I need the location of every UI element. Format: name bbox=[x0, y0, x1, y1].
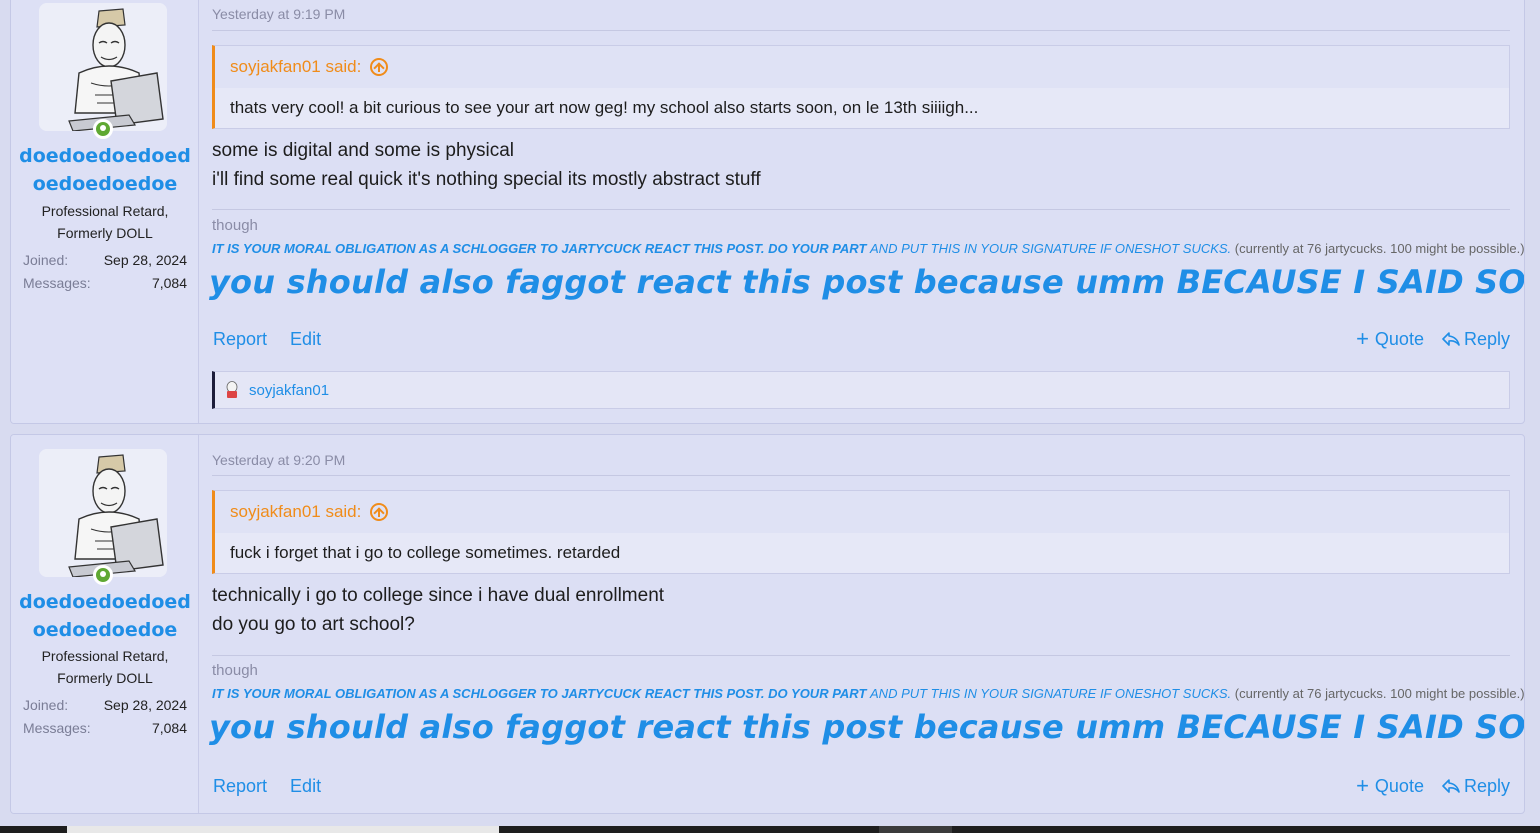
signature-big-text: you should also faggot react this post b… bbox=[209, 708, 1525, 746]
quote-author[interactable]: soyjakfan01 said: bbox=[230, 57, 361, 77]
reply-button-label: Reply bbox=[1463, 775, 1510, 796]
user-title-line: Formerly DOLL bbox=[57, 670, 153, 686]
signature-big-text: you should also faggot react this post b… bbox=[209, 263, 1525, 301]
post-message: some is digital and some is physical i'l… bbox=[212, 136, 1510, 194]
post-timestamp[interactable]: Yesterday at 9:20 PM bbox=[212, 452, 345, 468]
post-actions: Report Edit + Quote Reply bbox=[213, 326, 1510, 352]
signature-italic-text: AND PUT THIS IN YOUR SIGNATURE IF ONESHO… bbox=[870, 241, 1232, 256]
quote-jump-up-icon[interactable] bbox=[370, 58, 389, 76]
post-timestamp[interactable]: Yesterday at 9:19 PM bbox=[212, 6, 345, 22]
message-line: some is digital and some is physical bbox=[212, 140, 515, 161]
taskbar-item[interactable] bbox=[879, 826, 952, 833]
online-indicator-icon bbox=[93, 565, 113, 585]
username-line[interactable]: oedoedoedoe bbox=[11, 616, 199, 644]
reaction-user-link[interactable]: soyjakfan01 bbox=[249, 382, 329, 399]
reactions-bar[interactable]: soyjakfan01 bbox=[212, 371, 1510, 409]
quote-text: fuck i forget that i go to college somet… bbox=[215, 533, 1509, 573]
post-message: technically i go to college since i have… bbox=[212, 581, 1510, 639]
forum-thread-page: doedoedoedoed oedoedoedoe Professional R… bbox=[0, 0, 1540, 833]
message-line: technically i go to college since i have… bbox=[212, 585, 665, 606]
user-title-line: Professional Retard, bbox=[41, 203, 169, 219]
quote-jump-up-icon[interactable] bbox=[370, 503, 389, 521]
reply-button-label: Reply bbox=[1463, 328, 1510, 349]
post-main: Yesterday at 9:20 PM soyjakfan01 said: f… bbox=[199, 435, 1524, 813]
joined-label: Joined: bbox=[23, 252, 69, 268]
user-title-line: Formerly DOLL bbox=[57, 225, 153, 241]
quote-button-label: Quote bbox=[1374, 775, 1424, 796]
signature-italic-text: AND PUT THIS IN YOUR SIGNATURE IF ONESHO… bbox=[870, 686, 1232, 701]
signature-bold-text: IT IS YOUR MORAL OBLIGATION AS A SCHLOGG… bbox=[212, 241, 867, 256]
forum-post: doedoedoedoed oedoedoedoe Professional R… bbox=[10, 0, 1525, 424]
signature-grey-text: (currently at 76 jartycucks. 100 might b… bbox=[1234, 241, 1525, 256]
post-main: Yesterday at 9:19 PM soyjakfan01 said: t… bbox=[199, 0, 1524, 423]
messages-stat: Messages: 7,084 bbox=[23, 717, 187, 739]
messages-label: Messages: bbox=[23, 275, 91, 291]
post-user-info: doedoedoedoed oedoedoedoe Professional R… bbox=[11, 435, 199, 813]
joined-stat: Joined: Sep 28, 2024 bbox=[23, 249, 187, 271]
quote-block: soyjakfan01 said: fuck i forget that i g… bbox=[212, 490, 1510, 574]
reply-button[interactable]: Reply bbox=[1442, 775, 1510, 797]
online-indicator-icon bbox=[93, 119, 113, 139]
report-link[interactable]: Report bbox=[213, 329, 267, 349]
avatar[interactable] bbox=[39, 3, 167, 131]
divider bbox=[212, 475, 1510, 476]
quote-button[interactable]: + Quote bbox=[1356, 775, 1424, 797]
messages-value[interactable]: 7,084 bbox=[152, 717, 187, 739]
joined-value: Sep 28, 2024 bbox=[103, 252, 187, 268]
messages-stat: Messages: 7,084 bbox=[23, 272, 187, 294]
signature-divider bbox=[212, 655, 1510, 656]
reply-button[interactable]: Reply bbox=[1442, 328, 1510, 350]
quote-header[interactable]: soyjakfan01 said: bbox=[215, 46, 1509, 88]
taskbar-item[interactable] bbox=[67, 826, 499, 833]
quote-button-label: Quote bbox=[1374, 328, 1424, 349]
messages-value[interactable]: 7,084 bbox=[152, 272, 187, 294]
forum-post: doedoedoedoed oedoedoedoe Professional R… bbox=[10, 434, 1525, 814]
signature-bold-text: IT IS YOUR MORAL OBLIGATION AS A SCHLOGG… bbox=[212, 686, 867, 701]
message-line: i'll find some real quick it's nothing s… bbox=[212, 169, 761, 190]
post-user-info: doedoedoedoed oedoedoedoe Professional R… bbox=[11, 0, 199, 423]
edit-link[interactable]: Edit bbox=[290, 776, 321, 796]
post-actions: Report Edit + Quote Reply bbox=[213, 773, 1510, 799]
plus-icon: + bbox=[1356, 326, 1369, 351]
signature-divider bbox=[212, 209, 1510, 210]
joined-stat: Joined: Sep 28, 2024 bbox=[23, 694, 187, 716]
username-line[interactable]: doedoedoedoed bbox=[11, 142, 199, 170]
signature-line: IT IS YOUR MORAL OBLIGATION AS A SCHLOGG… bbox=[212, 686, 1525, 701]
divider bbox=[212, 30, 1510, 31]
user-title-line: Professional Retard, bbox=[41, 648, 169, 664]
reply-icon bbox=[1442, 779, 1460, 793]
signature-text: though bbox=[212, 662, 258, 679]
avatar[interactable] bbox=[39, 449, 167, 577]
reply-icon bbox=[1442, 332, 1460, 346]
message-line: do you go to art school? bbox=[212, 614, 415, 635]
taskbar bbox=[0, 826, 1540, 833]
joined-value: Sep 28, 2024 bbox=[103, 697, 187, 713]
user-title: Professional Retard, Formerly DOLL bbox=[11, 200, 199, 244]
messages-label: Messages: bbox=[23, 720, 91, 736]
username-line[interactable]: oedoedoedoe bbox=[11, 170, 199, 198]
username[interactable]: doedoedoedoed oedoedoedoe bbox=[11, 142, 199, 198]
report-link[interactable]: Report bbox=[213, 776, 267, 796]
signature-grey-text: (currently at 76 jartycucks. 100 might b… bbox=[1234, 686, 1525, 701]
edit-link[interactable]: Edit bbox=[290, 329, 321, 349]
username-line[interactable]: doedoedoedoed bbox=[11, 588, 199, 616]
signature-text: though bbox=[212, 217, 258, 234]
signature-line: IT IS YOUR MORAL OBLIGATION AS A SCHLOGG… bbox=[212, 241, 1525, 256]
quote-author[interactable]: soyjakfan01 said: bbox=[230, 502, 361, 522]
plus-icon: + bbox=[1356, 773, 1369, 798]
user-title: Professional Retard, Formerly DOLL bbox=[11, 645, 199, 689]
quote-block: soyjakfan01 said: thats very cool! a bit… bbox=[212, 45, 1510, 129]
quote-button[interactable]: + Quote bbox=[1356, 328, 1424, 350]
reaction-icon bbox=[226, 381, 238, 398]
joined-label: Joined: bbox=[23, 697, 69, 713]
quote-text: thats very cool! a bit curious to see yo… bbox=[215, 88, 1509, 128]
username[interactable]: doedoedoedoed oedoedoedoe bbox=[11, 588, 199, 644]
quote-header[interactable]: soyjakfan01 said: bbox=[215, 491, 1509, 533]
